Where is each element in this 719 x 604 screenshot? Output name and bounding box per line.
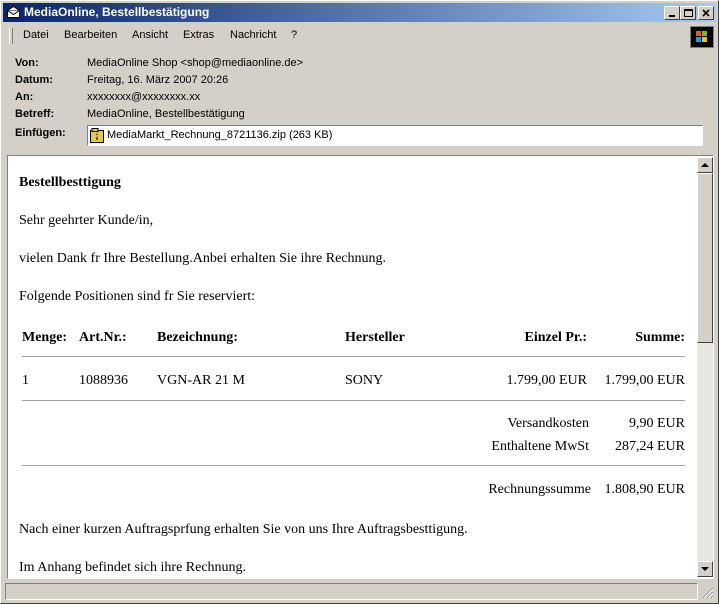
cell-bezeichnung: VGN-AR 21 M [157,373,245,388]
subject-value: MediaOnline, Bestellbestätigung [87,108,245,120]
menu-ansicht[interactable]: Ansicht [132,29,168,41]
message-body[interactable]: Bestellbesttigung Sehr geehrter Kunde/in… [9,157,697,577]
body-closing-1: Nach einer kurzen Auftragsprfung erhalte… [19,522,468,537]
body-closing-2: Im Anhang befindet sich ihre Rechnung. [19,560,247,575]
cell-einzelpreis: 1.799,00 EUR [506,373,588,388]
status-bar [3,582,716,601]
body-greeting: Sehr geehrter Kunde/in, [19,213,154,228]
envelope-icon [7,6,20,18]
body-intro: vielen Dank fr Ihre Bestellung.Anbei erh… [19,251,386,266]
date-value: Freitag, 16. März 2007 20:26 [87,74,229,86]
col-header-einzelpreis: Einzel Pr.: [524,330,587,345]
col-header-menge: Menge: [22,330,68,345]
body-heading: Bestellbesttigung [19,175,121,190]
attach-label: Einfügen: [15,127,66,139]
menu-datei[interactable]: Datei [23,29,49,41]
cell-menge: 1 [22,373,29,388]
message-window: MediaOnline, Bestellbestätigung Datei Be… [0,0,719,604]
col-header-bezeichnung: Bezeichnung: [157,330,238,345]
status-panel [5,583,698,600]
menu-grip [9,28,13,44]
maximize-button[interactable] [680,6,696,20]
table-divider [22,465,685,467]
minimize-icon [669,15,675,17]
table-divider [22,400,685,402]
to-value: xxxxxxxx@xxxxxxxx.xx [87,91,201,103]
vat-value: 287,24 EUR [615,439,685,454]
attachment-field[interactable]: MediaMarkt_Rechnung_8721136.zip (263 KB) [87,125,703,146]
menu-nachricht[interactable]: Nachricht [230,29,276,41]
menu-bearbeiten[interactable]: Bearbeiten [64,29,117,41]
col-header-hersteller: Hersteller [345,330,405,345]
menu-help[interactable]: ? [291,29,297,41]
to-label: An: [15,91,34,103]
arrow-up-icon [701,163,709,167]
scroll-down-button[interactable] [697,561,713,577]
date-label: Datum: [15,74,53,86]
col-header-artnr: Art.Nr.: [79,330,127,345]
window-title: MediaOnline, Bestellbestätigung [24,5,210,19]
scroll-up-button[interactable] [697,157,713,173]
vat-label: Enthaltene MwSt [491,439,589,454]
col-header-summe: Summe: [635,330,685,345]
maximize-icon [684,9,693,17]
cell-artnr: 1088936 [79,373,128,388]
shipping-label: Versandkosten [507,416,589,431]
from-value: MediaOnline Shop <shop@mediaonline.de> [87,57,304,69]
scroll-thumb[interactable] [697,173,713,343]
cell-summe: 1.799,00 EUR [604,373,686,388]
subject-label: Betreff: [15,108,55,120]
message-body-frame: Bestellbesttigung Sehr geehrter Kunde/in… [7,155,714,579]
close-button[interactable] [698,6,714,20]
title-bar[interactable]: MediaOnline, Bestellbestätigung [3,3,716,22]
minimize-button[interactable] [664,6,680,20]
menu-bar: Datei Bearbeiten Ansicht Extras Nachrich… [3,25,716,47]
menu-extras[interactable]: Extras [183,29,214,41]
total-label: Rechnungssumme [488,482,591,497]
zip-file-icon [90,128,104,143]
cell-hersteller: SONY [345,373,384,388]
table-divider [22,356,685,358]
shipping-value: 9,90 EUR [629,416,685,431]
windows-logo-icon [690,26,714,48]
vertical-scrollbar[interactable] [697,157,713,577]
body-positions-intro: Folgende Positionen sind fr Sie reservie… [19,289,256,304]
total-value: 1.808,90 EUR [604,482,686,497]
attachment-filename[interactable]: MediaMarkt_Rechnung_8721136.zip (263 KB) [107,129,332,141]
close-icon [702,9,710,17]
from-label: Von: [15,57,39,69]
resize-grip-icon[interactable] [702,587,714,599]
arrow-down-icon [701,567,709,571]
